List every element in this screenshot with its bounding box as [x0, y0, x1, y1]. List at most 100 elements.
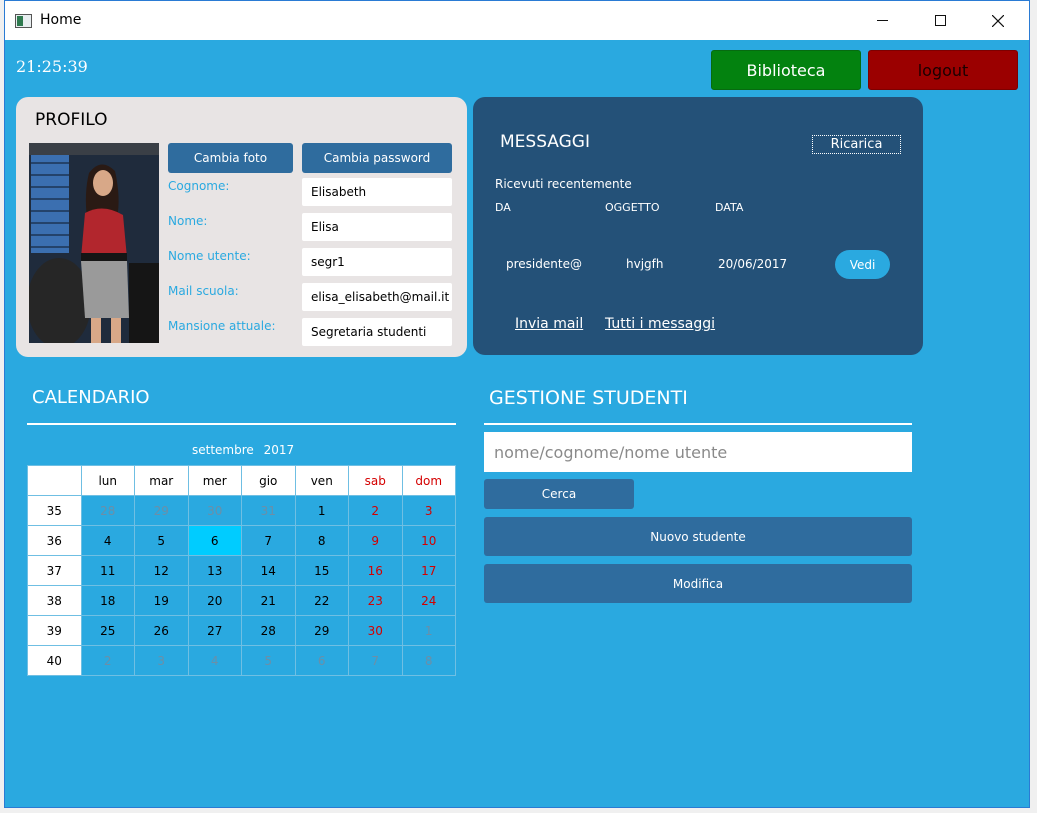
calendar-day[interactable]: 22 [294, 585, 349, 616]
calendar-week-row: 38 18 19 20 21 22 23 24 [27, 585, 456, 616]
calendar-day[interactable]: 1 [294, 495, 349, 526]
day-header: ven [294, 465, 349, 496]
profile-title: PROFILO [35, 110, 108, 130]
maximize-icon [934, 15, 946, 26]
calendar-day[interactable]: 7 [348, 645, 403, 676]
day-header: mar [134, 465, 189, 496]
calendar-day[interactable]: 31 [241, 495, 296, 526]
calendar-day[interactable]: 1 [401, 615, 456, 646]
calendar-day[interactable]: 27 [187, 615, 242, 646]
calendar-title: CALENDARIO [32, 387, 150, 408]
edit-student-button[interactable]: Modifica [484, 564, 912, 603]
send-mail-link[interactable]: Invia mail [515, 316, 583, 332]
calendar-day[interactable]: 6 [187, 525, 242, 556]
school-mail-label: Mail scuola: [168, 284, 239, 298]
recent-label: Ricevuti recentemente [495, 177, 632, 191]
student-search-input[interactable] [484, 432, 912, 472]
calendar-day[interactable]: 5 [134, 525, 189, 556]
change-password-button[interactable]: Cambia password [302, 143, 452, 173]
calendar-divider [27, 423, 456, 425]
profile-photo [29, 143, 159, 343]
column-from: DA [495, 201, 511, 214]
calendar-day[interactable]: 6 [294, 645, 349, 676]
calendar-day[interactable]: 18 [80, 585, 135, 616]
job-role-field[interactable]: Segretaria studenti [302, 318, 452, 346]
calendar-day[interactable]: 12 [134, 555, 189, 586]
week-number: 35 [27, 495, 82, 526]
calendar-day[interactable]: 28 [80, 495, 135, 526]
app-icon [15, 14, 32, 28]
name-label: Nome: [168, 214, 208, 228]
messages-title: MESSAGGI [500, 132, 590, 152]
calendar-year[interactable]: 2017 [264, 443, 295, 457]
column-date: DATA [715, 201, 744, 214]
minimize-button[interactable] [859, 1, 905, 40]
calendar-week-row: 39 25 26 27 28 29 30 1 [27, 615, 456, 646]
calendar-day[interactable]: 21 [241, 585, 296, 616]
calendar-header-row: lun mar mer gio ven sab dom [27, 465, 456, 496]
calendar-day[interactable]: 23 [348, 585, 403, 616]
calendar-day[interactable]: 30 [348, 615, 403, 646]
calendar-day[interactable]: 20 [187, 585, 242, 616]
calendar-grid: lun mar mer gio ven sab dom 35 28 29 30 31 1 2… [27, 465, 456, 676]
calendar-day[interactable]: 7 [241, 525, 296, 556]
name-field[interactable]: Elisa [302, 213, 452, 241]
week-number: 39 [27, 615, 82, 646]
day-header: gio [241, 465, 296, 496]
calendar-day[interactable]: 8 [401, 645, 456, 676]
calendar-day[interactable]: 8 [294, 525, 349, 556]
calendar-day[interactable]: 4 [187, 645, 242, 676]
search-button[interactable]: Cerca [484, 479, 634, 509]
surname-field[interactable]: Elisabeth [302, 178, 452, 206]
username-label: Nome utente: [168, 249, 251, 263]
calendar-day[interactable]: 13 [187, 555, 242, 586]
title-bar: Home [5, 1, 1029, 40]
calendar-day[interactable]: 16 [348, 555, 403, 586]
calendar-month[interactable]: settembre [192, 443, 254, 457]
calendar-day[interactable]: 25 [80, 615, 135, 646]
calendar-day[interactable]: 3 [401, 495, 456, 526]
all-messages-link[interactable]: Tutti i messaggi [605, 316, 715, 332]
week-number-header [27, 465, 82, 496]
surname-label: Cognome: [168, 179, 230, 193]
calendar-day[interactable]: 15 [294, 555, 349, 586]
column-subject: OGGETTO [605, 201, 660, 214]
change-photo-button[interactable]: Cambia foto [168, 143, 293, 173]
calendar-day[interactable]: 17 [401, 555, 456, 586]
reload-button[interactable]: Ricarica [812, 135, 901, 154]
calendar-day[interactable]: 10 [401, 525, 456, 556]
calendar-day[interactable]: 28 [241, 615, 296, 646]
calendar-day[interactable]: 5 [241, 645, 296, 676]
message-subject: hvjgfh [626, 257, 664, 271]
calendar-day[interactable]: 11 [80, 555, 135, 586]
calendar-day[interactable]: 26 [134, 615, 189, 646]
calendar-day[interactable]: 3 [134, 645, 189, 676]
school-mail-field[interactable]: elisa_elisabeth@mail.it [302, 283, 452, 311]
messages-panel: MESSAGGI Ricarica Ricevuti recentemente … [473, 97, 923, 355]
calendar-day[interactable]: 2 [80, 645, 135, 676]
calendar-month-year[interactable]: settembre 2017 [192, 443, 294, 457]
close-icon [992, 14, 1004, 27]
week-number: 36 [27, 525, 82, 556]
calendar-day[interactable]: 19 [134, 585, 189, 616]
day-header: lun [80, 465, 135, 496]
calendar-day[interactable]: 9 [348, 525, 403, 556]
calendar-day[interactable]: 24 [401, 585, 456, 616]
library-button[interactable]: Biblioteca [711, 50, 861, 90]
calendar-day[interactable]: 30 [187, 495, 242, 526]
view-message-button[interactable]: Vedi [835, 250, 890, 279]
calendar-day[interactable]: 14 [241, 555, 296, 586]
maximize-button[interactable] [917, 1, 963, 40]
calendar-day[interactable]: 29 [134, 495, 189, 526]
close-button[interactable] [975, 1, 1021, 40]
calendar-week-row: 35 28 29 30 31 1 2 3 [27, 495, 456, 526]
username-field[interactable]: segr1 [302, 248, 452, 276]
calendar-day[interactable]: 2 [348, 495, 403, 526]
new-student-button[interactable]: Nuovo studente [484, 517, 912, 556]
calendar-day[interactable]: 29 [294, 615, 349, 646]
message-from: presidente@r [506, 257, 582, 271]
calendar-day[interactable]: 4 [80, 525, 135, 556]
main-window: Home 21:25:39 Biblioteca logout PROFILO [4, 0, 1030, 808]
logout-button[interactable]: logout [868, 50, 1018, 90]
week-number: 38 [27, 585, 82, 616]
